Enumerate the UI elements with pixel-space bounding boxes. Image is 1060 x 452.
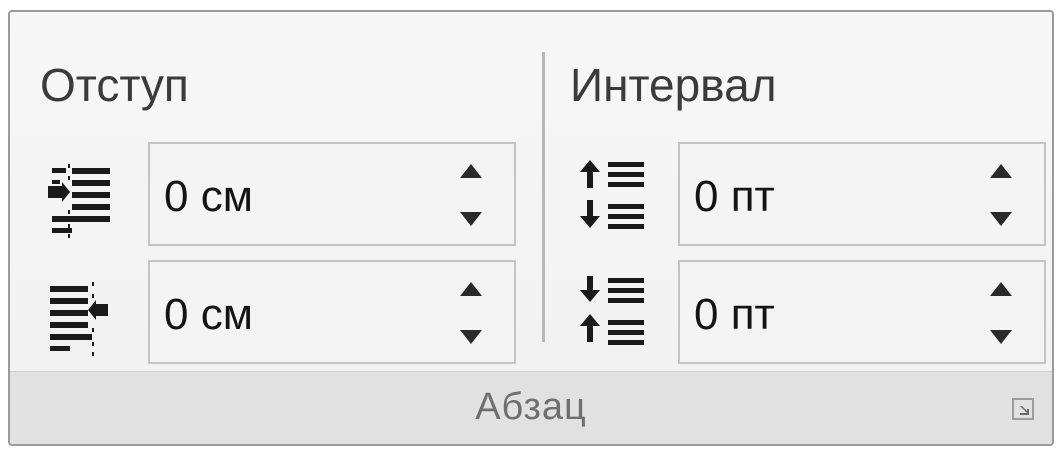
indent-right-value[interactable]: 0 см [164, 290, 253, 340]
dialog-launcher-icon[interactable] [1012, 398, 1034, 420]
spin-arrows-icon[interactable] [986, 278, 1016, 348]
indent-right-icon [42, 280, 114, 358]
spacing-after-spinbox[interactable]: 0 пт [678, 260, 1046, 364]
group-footer: Абзац [10, 371, 1052, 444]
indent-left-icon [42, 162, 114, 240]
indent-heading: Отступ [40, 59, 189, 111]
spin-arrows-icon[interactable] [986, 160, 1016, 230]
spacing-before-spinbox[interactable]: 0 пт [678, 142, 1046, 246]
spacing-heading: Интервал [570, 59, 777, 111]
section-divider [542, 52, 545, 342]
group-label: Абзац [475, 386, 587, 428]
spacing-after-icon [578, 272, 650, 350]
indent-left-spinbox[interactable]: 0 см [148, 142, 516, 246]
spacing-before-icon [578, 156, 650, 234]
spacing-after-value[interactable]: 0 пт [694, 290, 775, 340]
spin-arrows-icon[interactable] [456, 278, 486, 348]
spin-arrows-icon[interactable] [456, 160, 486, 230]
paragraph-group-panel: Отступ 0 см 0 см Интервал 0 пт 0 пт Абза… [8, 10, 1054, 446]
indent-right-spinbox[interactable]: 0 см [148, 260, 516, 364]
indent-left-value[interactable]: 0 см [164, 172, 253, 222]
spacing-before-value[interactable]: 0 пт [694, 172, 775, 222]
